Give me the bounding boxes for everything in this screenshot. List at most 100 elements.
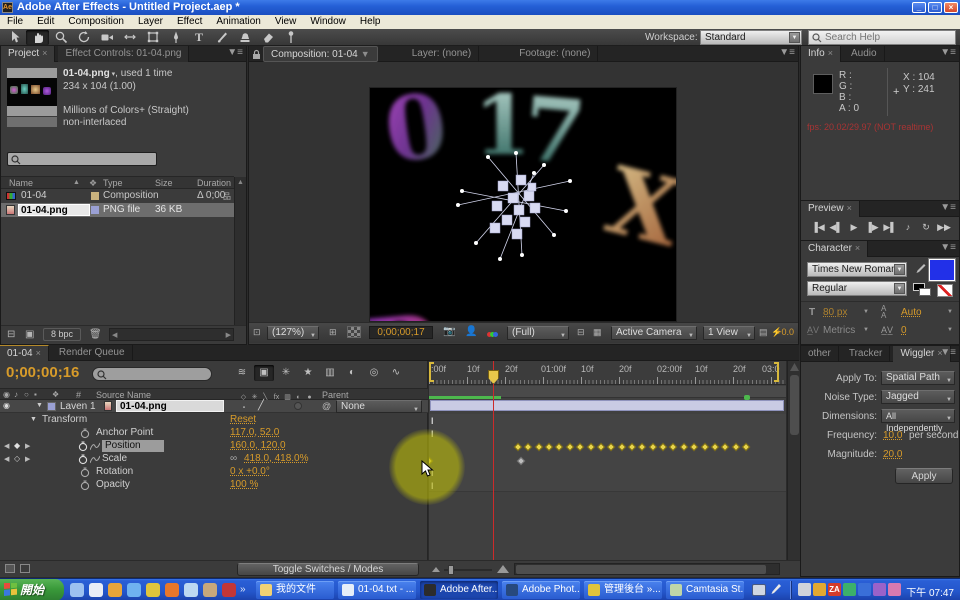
prop-row-scale[interactable]: ◀ ◇ ▶ Scale ∞ 418.0, 418.0% <box>0 453 428 466</box>
twirl-icon[interactable]: ▼ <box>36 402 43 409</box>
panel-menu-icon[interactable]: ▼≡ <box>940 347 956 358</box>
mask-tool[interactable] <box>141 30 164 45</box>
taskbar-task-2[interactable]: 01-04.txt - ... <box>338 581 416 599</box>
position-value[interactable]: 160.0, 120.0 <box>230 440 286 451</box>
chrome-icon[interactable] <box>146 583 160 597</box>
region-of-interest-icon[interactable]: ⊟ <box>577 327 585 338</box>
document-icon[interactable] <box>89 583 103 597</box>
column-source-name[interactable]: Source Name <box>96 390 151 400</box>
chevron-down-icon[interactable]: ▼ <box>863 309 869 315</box>
internet-explorer-icon[interactable] <box>127 583 141 597</box>
layer-label-chip[interactable] <box>47 402 56 411</box>
magnitude-value[interactable]: 20.0 <box>883 449 902 460</box>
show-desktop-icon[interactable] <box>70 583 84 597</box>
zoom-out-mountain-icon[interactable] <box>432 567 440 572</box>
prop-row-position[interactable]: ◀ ◆ ▶ Position 160.0, 120.0 <box>0 440 428 453</box>
graph-editor-button[interactable]: ∿ <box>386 365 406 381</box>
magnification-dropdown[interactable]: (127%)▼ <box>267 326 319 340</box>
clone-stamp-tool[interactable] <box>233 30 256 45</box>
next-frame-button[interactable]: ▐▶ <box>863 222 881 233</box>
show-snapshot-icon[interactable]: 👤 <box>465 326 477 337</box>
item-name-field[interactable]: 01-04.png <box>18 204 90 216</box>
hide-shy-button[interactable]: ★ <box>298 365 318 381</box>
work-area-end[interactable] <box>774 362 779 382</box>
apply-to-dropdown[interactable]: Spatial Path▼ <box>881 371 955 385</box>
pixel-aspect-icon[interactable]: ▤ <box>759 327 768 338</box>
scroll-up-icon[interactable]: ▲ <box>237 179 244 186</box>
bit-depth-button[interactable]: 8 bpc <box>43 328 81 341</box>
next-keyframe-icon[interactable]: ▶ <box>25 455 30 463</box>
themes-tray-icon[interactable] <box>888 583 901 596</box>
panel-menu-icon[interactable]: ▼≡ <box>940 202 956 213</box>
panel-menu-icon[interactable]: ▼≡ <box>227 47 243 58</box>
toggle-switches-button[interactable]: Toggle Switches / Modes <box>237 563 419 576</box>
menu-edit[interactable]: Edit <box>30 15 61 29</box>
panel-menu-icon[interactable]: ▼≡ <box>940 47 956 58</box>
show-channel-icon[interactable] <box>487 328 498 340</box>
windows-media-icon[interactable] <box>108 583 122 597</box>
motion-blur-button[interactable]: ◐ <box>342 365 362 381</box>
eye-icon[interactable]: ◉ <box>3 401 10 410</box>
expand-render-icon[interactable] <box>20 564 30 573</box>
camera-tool[interactable] <box>95 30 118 45</box>
taskbar-task-6[interactable]: Camtasia St... <box>666 581 744 599</box>
firefox-icon[interactable] <box>165 583 179 597</box>
tab-timeline-comp[interactable]: 01-04× <box>0 345 49 361</box>
loop-button[interactable]: ↻ <box>917 222 935 233</box>
kerning-value[interactable]: Metrics <box>823 325 855 336</box>
constrain-link-icon[interactable]: ∞ <box>230 453 237 464</box>
panel-menu-icon[interactable]: ▼≡ <box>779 47 795 58</box>
window-titlebar[interactable]: Ae Adobe After Effects - Untitled Projec… <box>0 0 960 15</box>
tab-smoother[interactable]: other <box>801 346 839 362</box>
tab-audio[interactable]: Audio <box>844 46 885 62</box>
project-list-header[interactable]: Name ▲ ❖ Type Size Duration <box>1 176 234 189</box>
menu-layer[interactable]: Layer <box>131 15 170 29</box>
position-label-selected[interactable]: Position <box>102 440 164 452</box>
prop-row-anchor[interactable]: Anchor Point 117.0, 52.0 <box>0 427 428 440</box>
play-button[interactable]: ▶ <box>845 222 863 233</box>
mute-audio-button[interactable]: ♪ <box>899 222 917 232</box>
rotate-tool[interactable] <box>72 30 95 45</box>
maximize-button[interactable]: □ <box>928 2 942 13</box>
keyboard-layout-icon[interactable] <box>752 584 766 596</box>
chevron-down-icon[interactable]: ▼ <box>361 49 370 59</box>
column-name[interactable]: Name <box>9 178 33 188</box>
current-timecode[interactable]: 0;00;00;16 <box>6 364 79 381</box>
quality-switch-icon[interactable]: ╱ <box>258 400 264 411</box>
effects-switch-icon[interactable] <box>294 402 302 410</box>
tab-layer[interactable]: Layer: (none) <box>405 46 479 62</box>
always-preview-icon[interactable]: ⊡ <box>253 327 261 338</box>
lock-icon[interactable] <box>251 49 261 63</box>
brainstorm-button[interactable]: ◎ <box>364 365 384 381</box>
column-index[interactable]: # <box>76 390 81 400</box>
prev-keyframe-icon[interactable]: ◀ <box>4 442 9 450</box>
tab-tracker[interactable]: Tracker <box>842 346 891 362</box>
menu-file[interactable]: File <box>0 15 30 29</box>
noise-type-dropdown[interactable]: Jagged▼ <box>881 390 955 404</box>
tracking-value[interactable]: 0 <box>901 325 907 336</box>
pan-behind-tool[interactable] <box>118 30 141 45</box>
project-row-png[interactable]: 01-04.png PNG file 36 KB <box>1 203 234 217</box>
twirl-icon[interactable]: ▼ <box>30 416 37 423</box>
prop-row-opacity[interactable]: Opacity 100 % <box>0 479 428 492</box>
leading-value[interactable]: Auto <box>901 307 922 318</box>
close-button[interactable]: × <box>944 2 958 13</box>
timeline-vscrollbar[interactable] <box>787 361 800 560</box>
eraser-tool[interactable] <box>256 30 279 45</box>
project-search-input[interactable] <box>23 154 153 165</box>
taskbar-task-5[interactable]: 管理後台 »... <box>584 581 662 599</box>
timeline-graph[interactable]: :00f10f20f01:00f10f20f02:00f10f20f03:0 I… <box>429 361 786 560</box>
tab-preview[interactable]: Preview× <box>801 201 860 217</box>
no-stroke-swatch[interactable] <box>937 284 953 297</box>
font-style-dropdown[interactable]: Regular▼ <box>807 281 907 296</box>
work-area-start[interactable] <box>429 362 434 382</box>
draft-3d-button[interactable]: ✳ <box>276 365 296 381</box>
snapshot-icon[interactable]: 📷 <box>443 326 455 337</box>
hand-tool[interactable] <box>26 30 49 45</box>
chevron-down-icon[interactable]: ▼ <box>863 327 869 333</box>
brush-tool[interactable] <box>210 30 233 45</box>
first-frame-button[interactable]: ▐◀ <box>809 222 827 233</box>
project-hscrollbar[interactable]: ◀ ▶ <box>109 328 234 341</box>
next-keyframe-icon[interactable]: ▶ <box>25 442 30 450</box>
workspace-dropdown[interactable]: Standard▼ <box>700 30 802 45</box>
